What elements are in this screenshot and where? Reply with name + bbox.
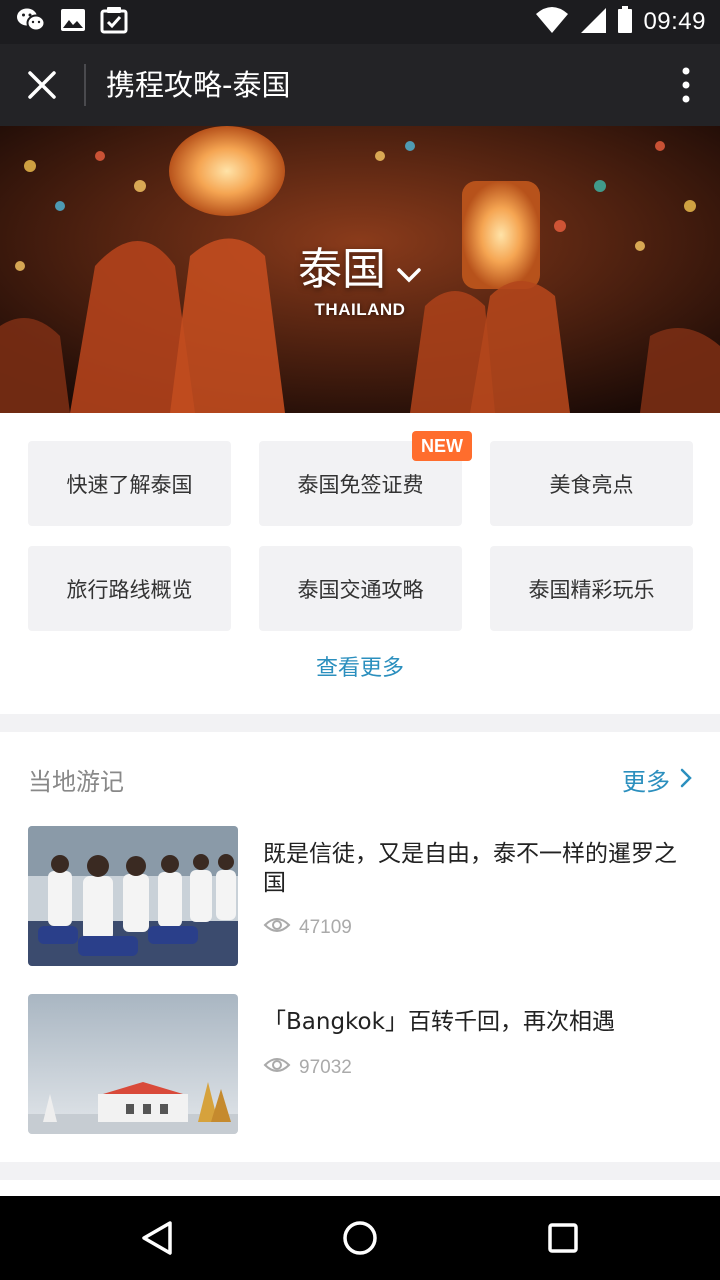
back-icon[interactable]: [138, 1218, 178, 1258]
section-divider: [0, 714, 720, 732]
new-badge: NEW: [412, 431, 472, 461]
more-vertical-icon[interactable]: [680, 66, 692, 104]
destination-name: 泰国: [298, 244, 386, 295]
view-count: 47109: [263, 916, 352, 940]
view-count: 97032: [263, 1056, 352, 1080]
image-icon: [60, 7, 86, 37]
quick-link-label: 美食亮点: [549, 472, 634, 497]
battery-icon: [617, 6, 633, 38]
wifi-icon: [535, 6, 569, 38]
travelogue-thumbnail: [28, 994, 238, 1134]
quick-link-label: 快速了解泰国: [66, 472, 193, 497]
recents-icon[interactable]: [543, 1218, 583, 1258]
chevron-down-icon: [396, 244, 422, 296]
wechat-icon: [16, 6, 46, 38]
quick-link-label: 旅行路线概览: [66, 577, 193, 602]
travelogue-item[interactable]: 「Bangkok」百转千回，再次相遇 97032: [28, 994, 693, 1134]
destination-subtitle: THAILAND: [314, 300, 406, 319]
checklist-icon: [100, 6, 128, 38]
view-count-value: 97032: [299, 1057, 352, 1078]
title-bar: 携程攻略-泰国: [0, 44, 720, 126]
chevron-right-icon: [680, 766, 692, 794]
view-count-value: 47109: [299, 917, 352, 938]
title-separator: [84, 64, 86, 106]
see-more-link[interactable]: 查看更多: [0, 650, 720, 682]
travelogue-item[interactable]: 既是信徒，又是自由，泰不一样的暹罗之国 47109: [28, 826, 693, 966]
eye-icon: [263, 1056, 291, 1080]
travelogue-title: 既是信徒，又是自由，泰不一样的暹罗之国: [263, 841, 677, 896]
eye-icon: [263, 916, 291, 940]
quick-link-tile[interactable]: 泰国交通攻略: [259, 546, 462, 631]
quick-link-tile[interactable]: 快速了解泰国: [28, 441, 231, 526]
status-bar: 09:49: [0, 0, 720, 44]
quick-link-label: 泰国免签证费: [297, 472, 424, 497]
quick-link-label: 泰国交通攻略: [297, 577, 424, 602]
destination-hero[interactable]: 泰国 THAILAND: [0, 126, 720, 413]
quick-link-label: 泰国精彩玩乐: [528, 577, 655, 602]
section-divider: [0, 1162, 720, 1180]
travelogue-thumbnail: [28, 826, 238, 966]
section-title: 当地游记: [28, 768, 124, 796]
signal-icon: [579, 6, 607, 38]
travelogue-title: 「Bangkok」百转千回，再次相遇: [263, 1009, 615, 1035]
android-nav-bar: [0, 1196, 720, 1280]
quick-link-tile[interactable]: 泰国精彩玩乐: [490, 546, 693, 631]
quick-link-tile[interactable]: 美食亮点: [490, 441, 693, 526]
quick-link-tile[interactable]: 旅行路线概览: [28, 546, 231, 631]
quick-link-tile[interactable]: 泰国免签证费 NEW: [259, 431, 472, 526]
page-title: 携程攻略-泰国: [106, 68, 291, 102]
more-label: 更多: [622, 768, 670, 796]
close-icon[interactable]: [22, 65, 62, 105]
home-icon[interactable]: [340, 1218, 380, 1258]
travelogues-more-link[interactable]: 更多: [622, 762, 692, 797]
clock: 09:49: [643, 8, 706, 35]
